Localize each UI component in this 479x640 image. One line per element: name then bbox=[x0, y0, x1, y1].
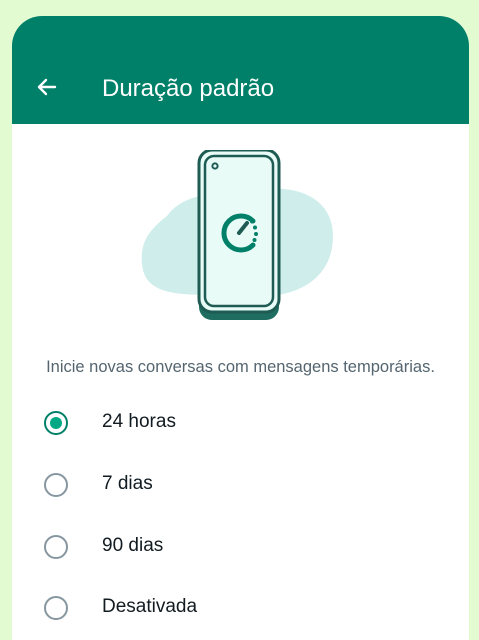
page-title: Duração padrão bbox=[102, 75, 275, 102]
radio-button[interactable] bbox=[44, 596, 68, 620]
screen: Duração padrão Inicie novas conversas co… bbox=[12, 16, 469, 640]
option-label: 90 dias bbox=[102, 535, 164, 556]
option-label: 24 horas bbox=[102, 411, 176, 432]
arrow-left-icon bbox=[37, 78, 57, 96]
radio-button-selected[interactable] bbox=[44, 411, 68, 435]
option-label: 7 dias bbox=[102, 473, 153, 494]
radio-button[interactable] bbox=[44, 473, 68, 497]
phone-timer-icon bbox=[141, 150, 333, 320]
option-90-dias[interactable]: 90 dias bbox=[12, 516, 469, 578]
option-desativada[interactable]: Desativada bbox=[12, 577, 469, 639]
app-bar: Duração padrão bbox=[12, 16, 469, 124]
radio-button[interactable] bbox=[44, 535, 68, 559]
radio-dot bbox=[50, 417, 62, 429]
option-label: Desativada bbox=[102, 596, 198, 617]
description-text: Inicie novas conversas com mensagens tem… bbox=[46, 358, 435, 376]
back-button[interactable] bbox=[30, 70, 64, 104]
option-24-horas[interactable]: 24 horas bbox=[12, 392, 469, 454]
option-7-dias[interactable]: 7 dias bbox=[12, 454, 469, 516]
